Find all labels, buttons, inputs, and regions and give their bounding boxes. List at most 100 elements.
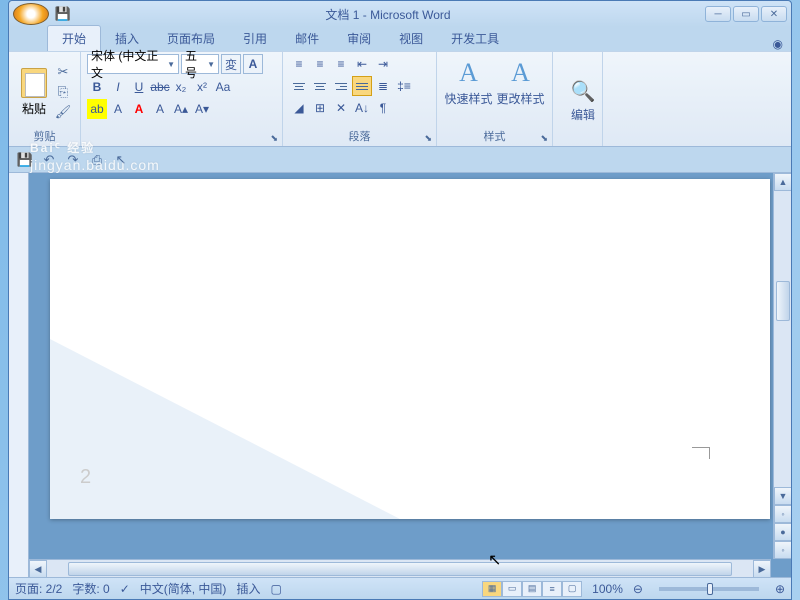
word-window: 💾 文档 1 - Microsoft Word ─ ▭ ✕ 开始 插入 页面布局… <box>8 0 792 600</box>
snap-icon[interactable]: ✕ <box>331 98 351 118</box>
quick-styles-button[interactable]: A 快速样式 <box>445 58 493 107</box>
hscroll-thumb[interactable] <box>68 562 732 576</box>
cursor-icon[interactable]: ↖ <box>113 152 129 168</box>
sort-icon[interactable]: A↓ <box>352 98 372 118</box>
zoom-thumb[interactable] <box>707 583 713 595</box>
web-layout-icon[interactable]: ▤ <box>522 581 542 597</box>
save-icon[interactable]: 💾 <box>55 6 71 22</box>
underline-button[interactable]: U <box>129 77 149 97</box>
minimize-button[interactable]: ─ <box>705 6 731 22</box>
font-name-combo[interactable]: 宋体 (中文正文▼ <box>87 54 179 74</box>
prev-page-icon[interactable]: ◦ <box>774 505 791 523</box>
tab-view[interactable]: 视图 <box>385 26 437 51</box>
tab-developer[interactable]: 开发工具 <box>437 26 513 51</box>
font-color-icon[interactable]: A <box>129 99 149 119</box>
undo-icon[interactable]: ↶ <box>41 152 57 168</box>
redo-icon[interactable]: ↷ <box>65 152 81 168</box>
shrink-font-icon[interactable]: A▾ <box>192 99 212 119</box>
cut-icon[interactable]: ✂ <box>55 64 71 80</box>
scroll-up-icon[interactable]: ▲ <box>774 173 791 191</box>
macro-icon[interactable]: ▢ <box>270 582 281 596</box>
window-controls: ─ ▭ ✕ <box>705 6 787 22</box>
format-painter-icon[interactable]: 🖌 <box>55 104 71 120</box>
tab-review[interactable]: 审阅 <box>333 26 385 51</box>
titlebar: 💾 文档 1 - Microsoft Word ─ ▭ ✕ <box>9 1 791 27</box>
bullets-icon[interactable]: ≡ <box>289 54 309 74</box>
tab-mailings[interactable]: 邮件 <box>281 26 333 51</box>
multilevel-icon[interactable]: ≡ <box>331 54 351 74</box>
vscroll-thumb[interactable] <box>776 281 790 321</box>
line-spacing-icon[interactable]: ‡≡ <box>394 76 414 96</box>
outline-icon[interactable]: ≡ <box>542 581 562 597</box>
zoom-out-icon[interactable]: ⊖ <box>633 582 643 596</box>
zoom-level[interactable]: 100% <box>592 582 623 596</box>
scroll-down-icon[interactable]: ▼ <box>774 487 791 505</box>
align-right-icon[interactable] <box>331 76 351 96</box>
align-center-icon[interactable] <box>310 76 330 96</box>
clipboard-icon <box>21 68 47 98</box>
distribute-icon[interactable]: ≣ <box>373 76 393 96</box>
italic-button[interactable]: I <box>108 77 128 97</box>
styles-launcher[interactable]: ⬊ <box>540 133 548 144</box>
browse-object-icon[interactable]: ● <box>774 523 791 541</box>
font-launcher[interactable]: ⬊ <box>270 133 278 144</box>
indent-dec-icon[interactable]: ⇤ <box>352 54 372 74</box>
char-shading-icon[interactable]: A <box>150 99 170 119</box>
office-button[interactable] <box>13 3 49 25</box>
show-marks-icon[interactable]: ¶ <box>373 98 393 118</box>
para-launcher[interactable]: ⬊ <box>424 133 432 144</box>
close-button[interactable]: ✕ <box>761 6 787 22</box>
hscroll-track[interactable] <box>47 560 753 577</box>
zoom-slider[interactable] <box>659 587 759 591</box>
print-layout-icon[interactable]: ▦ <box>482 581 502 597</box>
scroll-right-icon[interactable]: ▶ <box>753 560 771 577</box>
numbering-icon[interactable]: ≡ <box>310 54 330 74</box>
status-language[interactable]: 中文(简体, 中国) <box>140 580 227 597</box>
horizontal-scrollbar[interactable]: ◀ ▶ <box>29 559 771 577</box>
document-area: 2 ▲ ▼ ◦ ● ◦ ◀ ▶ <box>9 173 791 577</box>
help-icon[interactable]: ◉ <box>773 37 783 51</box>
quick-access-toolbar: 💾 <box>55 6 71 22</box>
clear-format-icon[interactable]: 変 <box>221 54 241 74</box>
grow-font-icon[interactable]: A▴ <box>171 99 191 119</box>
copy-icon[interactable]: ⎘ <box>55 84 71 100</box>
bold-button[interactable]: B <box>87 77 107 97</box>
superscript-button[interactable]: x² <box>192 77 212 97</box>
status-page[interactable]: 页面: 2/2 <box>15 580 62 597</box>
status-words[interactable]: 字数: 0 <box>72 580 109 597</box>
shading-icon[interactable]: ◢ <box>289 98 309 118</box>
text-effects-icon[interactable]: A <box>108 99 128 119</box>
font-size-combo[interactable]: 五号▼ <box>181 54 219 74</box>
change-case-icon[interactable]: Aa <box>213 77 233 97</box>
change-styles-icon: A <box>511 58 530 88</box>
page[interactable]: 2 <box>50 179 770 519</box>
next-page-icon[interactable]: ◦ <box>774 541 791 559</box>
change-styles-button[interactable]: A 更改样式 <box>497 58 545 107</box>
tab-references[interactable]: 引用 <box>229 26 281 51</box>
window-title: 文档 1 - Microsoft Word <box>71 6 705 23</box>
justify-icon[interactable] <box>352 76 372 96</box>
print-icon[interactable]: ⎙ <box>89 152 105 168</box>
paste-button[interactable]: 粘贴 <box>15 54 53 130</box>
binoculars-icon: 🔍 <box>571 79 596 104</box>
borders-icon[interactable]: ⊞ <box>310 98 330 118</box>
indent-inc-icon[interactable]: ⇥ <box>373 54 393 74</box>
style-a-icon[interactable]: A <box>243 54 263 74</box>
save-icon[interactable]: 💾 <box>17 152 33 168</box>
status-insert[interactable]: 插入 <box>236 580 260 597</box>
spellcheck-icon[interactable]: ✓ <box>120 582 130 596</box>
vscroll-track[interactable] <box>774 191 791 487</box>
fullscreen-icon[interactable]: ▭ <box>502 581 522 597</box>
draft-icon[interactable]: ▢ <box>562 581 582 597</box>
zoom-in-icon[interactable]: ⊕ <box>775 582 785 596</box>
scroll-left-icon[interactable]: ◀ <box>29 560 47 577</box>
strike-button[interactable]: abc <box>150 77 170 97</box>
group-clipboard: 粘贴 ✂ ⎘ 🖌 剪贴 <box>9 52 81 146</box>
vertical-scrollbar[interactable]: ▲ ▼ ◦ ● ◦ <box>773 173 791 559</box>
align-left-icon[interactable] <box>289 76 309 96</box>
subscript-button[interactable]: x₂ <box>171 77 191 97</box>
vertical-ruler[interactable] <box>9 173 29 577</box>
highlight-icon[interactable]: ab <box>87 99 107 119</box>
maximize-button[interactable]: ▭ <box>733 6 759 22</box>
find-button[interactable]: 🔍 编辑 <box>559 79 607 123</box>
